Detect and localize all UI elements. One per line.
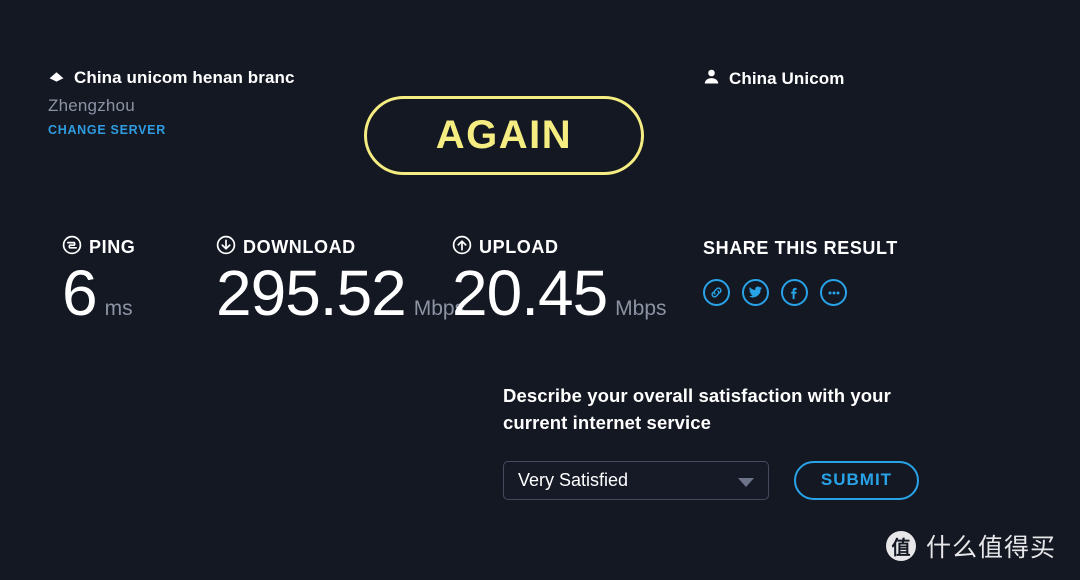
download-header: DOWNLOAD — [216, 235, 465, 260]
download-arrow-icon — [216, 235, 236, 260]
ping-header: PING — [62, 235, 136, 260]
submit-button[interactable]: SUBMIT — [794, 460, 919, 500]
survey-controls: Very Satisfied SUBMIT — [503, 460, 923, 500]
speedtest-result-page: China unicom henan branc Zhengzhou CHANG… — [0, 0, 1080, 580]
change-server-link[interactable]: CHANGE SERVER — [48, 123, 318, 137]
upload-header: UPLOAD — [452, 235, 667, 260]
server-name-row: China unicom henan branc — [48, 66, 318, 90]
ping-unit: ms — [104, 297, 133, 320]
upload-arrow-icon — [452, 235, 472, 260]
server-info: China unicom henan branc Zhengzhou CHANG… — [48, 66, 318, 137]
person-icon — [703, 68, 720, 90]
share-title: SHARE THIS RESULT — [703, 238, 898, 258]
share-icon-row — [703, 279, 898, 306]
download-value: 295.52 — [216, 257, 407, 329]
upload-unit: Mbps — [615, 297, 667, 320]
ping-label: PING — [89, 236, 136, 257]
download-label: DOWNLOAD — [243, 236, 356, 257]
download-metric: DOWNLOAD 295.52 Mbps — [216, 235, 465, 329]
more-ellipsis-icon[interactable] — [820, 279, 847, 306]
chevron-down-icon — [738, 477, 754, 487]
survey-question: Describe your overall satisfaction with … — [503, 385, 891, 433]
isp-name: China Unicom — [729, 69, 845, 88]
share-section: SHARE THIS RESULT — [703, 238, 898, 306]
upload-value: 20.45 — [452, 257, 608, 329]
server-diamond-icon — [48, 70, 65, 87]
download-value-row: 295.52 Mbps — [216, 257, 465, 329]
upload-label: UPLOAD — [479, 236, 559, 257]
ping-value: 6 — [62, 257, 98, 329]
ping-icon — [62, 235, 82, 260]
again-button[interactable]: AGAIN — [364, 96, 644, 175]
upload-metric: UPLOAD 20.45 Mbps — [452, 235, 667, 329]
watermark-text: 什么值得买 — [925, 534, 1056, 562]
results-row: PING 6 ms DOWNLOAD 295.52 Mbps UPLOAD 20… — [0, 235, 1080, 346]
smzdm-logo-icon: 值 — [885, 531, 916, 561]
satisfaction-select[interactable]: Very Satisfied — [503, 460, 769, 500]
satisfaction-selected-value: Very Satisfied — [518, 469, 629, 490]
link-icon[interactable] — [703, 279, 730, 306]
satisfaction-survey: Describe your overall satisfaction with … — [503, 383, 923, 500]
server-name: China unicom henan branc — [74, 68, 295, 87]
facebook-icon[interactable] — [781, 279, 808, 306]
twitter-icon[interactable] — [742, 279, 769, 306]
upload-value-row: 20.45 Mbps — [452, 257, 667, 329]
watermark: 值 什么值得买 — [885, 528, 1056, 564]
ping-metric: PING 6 ms — [62, 235, 136, 329]
ping-value-row: 6 ms — [62, 257, 135, 329]
server-city: Zhengzhou — [48, 96, 135, 115]
isp-info: China Unicom — [703, 68, 845, 90]
